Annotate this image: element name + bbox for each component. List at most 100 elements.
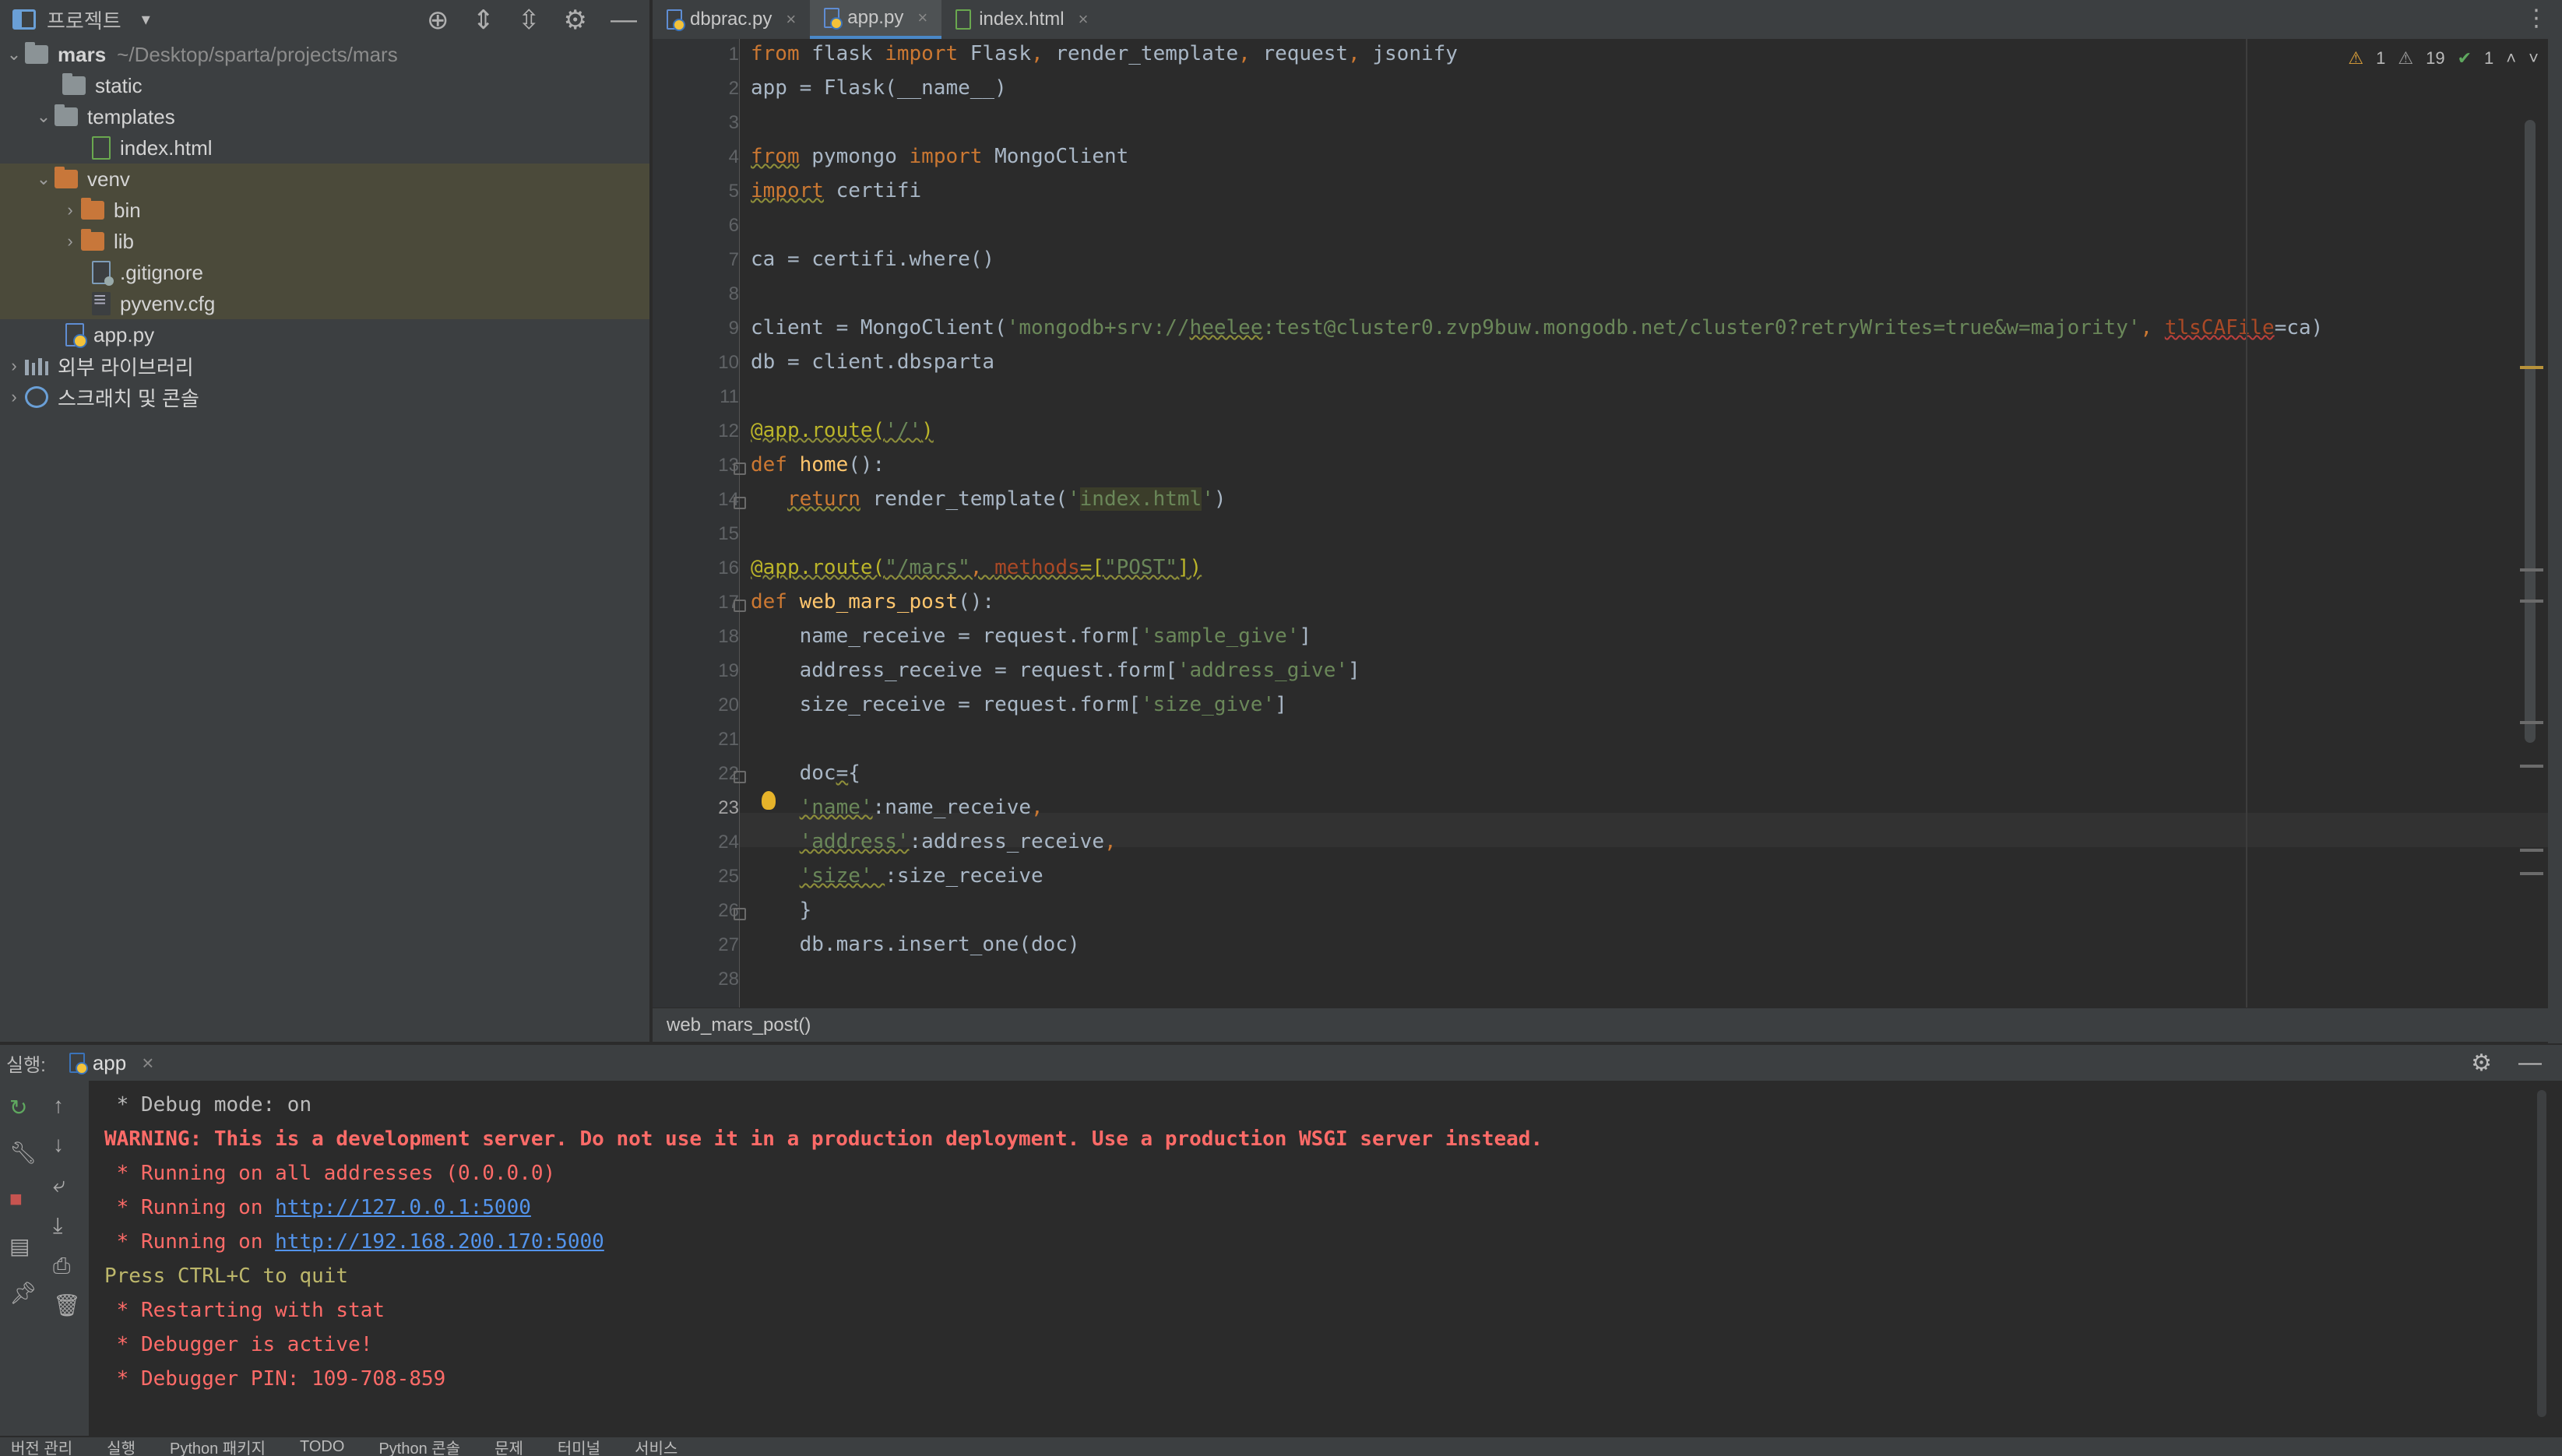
trash-icon[interactable]: 🗑︎ xyxy=(53,1292,81,1318)
run-toolbar-primary: ↻ 🔧︎ ■ ▤ 📌︎ xyxy=(0,1081,37,1436)
run-label: 실행: xyxy=(6,1054,46,1076)
console-link[interactable]: http://192.168.200.170:5000 xyxy=(275,1230,604,1254)
console-line: * Running on http://127.0.0.1:5000 xyxy=(104,1196,531,1219)
more-icon[interactable]: ⋮ xyxy=(2525,5,2548,32)
tree-item-mars[interactable]: ⌄ mars ~/Desktop/sparta/projects/mars xyxy=(0,39,649,70)
error-stripe-marker[interactable] xyxy=(2520,765,2543,768)
console-scrollbar[interactable] xyxy=(2537,1090,2546,1417)
code-editor[interactable]: 1 2 3 4 5 6 7 8 9 10 11 12 13 14 15 16 1… xyxy=(653,39,2548,1008)
soft-wrap-icon[interactable]: ⤶ xyxy=(53,1173,65,1198)
tree-item-static[interactable]: static xyxy=(0,70,649,101)
weak-warning-icon: ⚠ xyxy=(2398,48,2414,68)
print-icon[interactable]: ⎙ xyxy=(53,1254,70,1279)
wrench-icon[interactable]: 🔧︎ xyxy=(9,1140,37,1166)
minimize-icon[interactable]: — xyxy=(2518,1050,2542,1077)
line-number: 8 xyxy=(728,283,739,304)
tool-window-bar: 버전 관리 실행 Python 패키지 TODO Python 콘솔 문제 터미… xyxy=(0,1437,2562,1456)
run-console[interactable]: * Debug mode: on WARNING: This is a deve… xyxy=(89,1081,2526,1436)
expand-all-icon[interactable]: ⇕ xyxy=(473,5,495,36)
run-panel-tools: ⚙ — xyxy=(2471,1050,2542,1077)
tool-window-python-packages[interactable]: Python 패키지 xyxy=(170,1437,266,1456)
chevron-down-icon[interactable]: ⌄ xyxy=(3,44,25,65)
tree-item-app-py[interactable]: app.py xyxy=(0,319,649,350)
chevron-right-icon[interactable]: › xyxy=(3,387,25,407)
tool-window-problems[interactable]: 문제 xyxy=(494,1437,523,1456)
tree-item-templates[interactable]: ⌄ templates xyxy=(0,101,649,132)
collapse-all-icon[interactable]: ⇳ xyxy=(518,5,540,36)
tool-window-version-control[interactable]: 버전 관리 xyxy=(11,1437,72,1456)
chevron-up-icon[interactable]: ˄ xyxy=(2506,48,2516,69)
close-icon[interactable]: × xyxy=(786,9,796,30)
close-icon[interactable]: × xyxy=(142,1051,153,1075)
tree-item-bin[interactable]: › bin xyxy=(0,195,649,226)
stop-icon[interactable]: ■ xyxy=(9,1187,23,1212)
gear-icon[interactable]: ⚙ xyxy=(2471,1050,2492,1077)
project-panel-icon xyxy=(12,9,36,30)
breadcrumb[interactable]: web_mars_post() xyxy=(653,1008,2562,1042)
tab-app-py[interactable]: app.py × xyxy=(810,0,942,39)
console-link[interactable]: http://127.0.0.1:5000 xyxy=(275,1196,531,1219)
line-number: 28 xyxy=(718,969,739,990)
chevron-right-icon[interactable]: › xyxy=(3,356,25,376)
tree-item-gitignore[interactable]: .gitignore xyxy=(0,257,649,288)
tree-item-scratches[interactable]: › 스크래치 및 콘솔 xyxy=(0,382,649,413)
tree-item-label: app.py xyxy=(93,322,155,346)
tree-item-label: mars xyxy=(58,42,107,66)
tab-index-html[interactable]: index.html × xyxy=(941,0,1102,39)
error-stripe-marker[interactable] xyxy=(2520,600,2543,603)
tool-window-services[interactable]: 서비스 xyxy=(635,1437,677,1456)
chevron-down-icon[interactable]: ⌄ xyxy=(33,169,55,189)
inspection-widget[interactable]: ⚠ 1 ⚠ 19 ✔ 1 ˄ ˅ xyxy=(2348,48,2539,69)
run-tab-app[interactable]: app × xyxy=(69,1051,153,1075)
tree-item-lib[interactable]: › lib xyxy=(0,226,649,257)
python-file-icon xyxy=(667,9,685,31)
tree-item-external-libraries[interactable]: › 외부 라이브러리 xyxy=(0,350,649,382)
tool-window-python-console[interactable]: Python 콘솔 xyxy=(378,1437,460,1456)
project-panel: 프로젝트 ▾ ⊕ ⇕ ⇳ ⚙ — ⌄ mars ~/Desktop/sparta… xyxy=(0,0,651,1042)
tree-item-pyvenv-cfg[interactable]: pyvenv.cfg xyxy=(0,287,649,319)
line-number: 19 xyxy=(718,660,739,681)
library-icon xyxy=(25,357,48,375)
pin-icon[interactable]: 📌︎ xyxy=(9,1280,37,1306)
tab-dbprac-py[interactable]: dbprac.py × xyxy=(653,0,810,39)
console-text: * Running on xyxy=(104,1196,276,1219)
fold-marker-icon[interactable] xyxy=(734,462,746,475)
gear-icon[interactable]: ⚙ xyxy=(564,5,587,36)
chevron-down-icon[interactable]: ˅ xyxy=(2529,48,2539,69)
code-line: doc={ xyxy=(751,761,860,785)
fold-marker-icon[interactable] xyxy=(734,600,746,612)
scroll-to-end-icon[interactable]: ⤓ xyxy=(53,1213,62,1239)
error-stripe-marker[interactable] xyxy=(2520,849,2543,852)
chevron-right-icon[interactable]: › xyxy=(59,231,81,251)
code-line: db = client.dbsparta xyxy=(751,350,995,374)
chevron-right-icon[interactable]: › xyxy=(59,200,81,220)
project-title[interactable]: 프로젝트 xyxy=(47,5,121,34)
tab-label: index.html xyxy=(979,9,1065,30)
tree-item-venv[interactable]: ⌄ venv xyxy=(0,164,649,195)
rerun-icon[interactable]: ↻ xyxy=(9,1095,27,1120)
arrow-down-icon[interactable]: ↓ xyxy=(53,1132,64,1157)
locate-icon[interactable]: ⊕ xyxy=(427,5,449,36)
lightbulb-icon[interactable] xyxy=(762,791,776,810)
tool-window-run[interactable]: 실행 xyxy=(107,1437,135,1456)
editor-scrollbar[interactable] xyxy=(2525,120,2536,743)
chevron-down-icon[interactable]: ▾ xyxy=(142,9,150,30)
error-stripe-marker[interactable] xyxy=(2520,721,2543,724)
line-number: 20 xyxy=(718,695,739,716)
error-stripe-marker[interactable] xyxy=(2520,366,2543,369)
tool-window-terminal[interactable]: 터미널 xyxy=(558,1437,600,1456)
fold-marker-icon[interactable] xyxy=(734,908,746,920)
tree-item-index-html[interactable]: index.html xyxy=(0,132,649,164)
chevron-down-icon[interactable]: ⌄ xyxy=(33,107,55,127)
error-stripe-marker[interactable] xyxy=(2520,872,2543,875)
close-icon[interactable]: × xyxy=(1079,9,1089,30)
layout-icon[interactable]: ▤ xyxy=(9,1233,30,1259)
error-stripe-marker[interactable] xyxy=(2520,568,2543,571)
arrow-up-icon[interactable]: ↑ xyxy=(53,1093,64,1118)
tool-window-todo[interactable]: TODO xyxy=(300,1438,344,1456)
fold-marker-icon[interactable] xyxy=(734,497,746,509)
breadcrumb-item[interactable]: web_mars_post() xyxy=(667,1015,811,1036)
fold-marker-icon[interactable] xyxy=(734,771,746,783)
close-icon[interactable]: × xyxy=(917,8,927,28)
minimize-icon[interactable]: — xyxy=(611,5,637,36)
